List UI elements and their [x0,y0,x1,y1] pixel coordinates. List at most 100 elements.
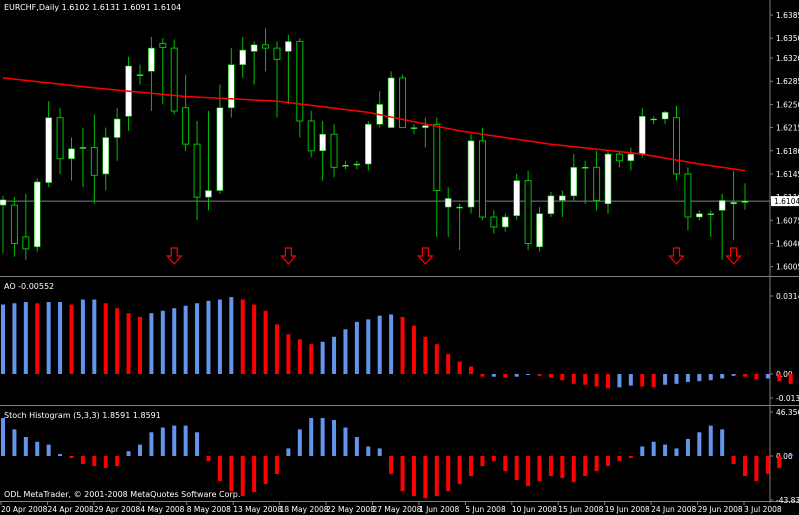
candle-bull [661,112,669,120]
stoch-bar [548,456,553,477]
stoch-bar [58,454,63,456]
candle-bull [285,41,292,52]
ao-bar [480,374,485,377]
stoch-bar [777,456,782,469]
time-tick-label: 20 Apr 2008 [1,505,48,514]
ao-bar [503,374,508,378]
stoch-bar [217,456,222,482]
stoch-bar [320,418,325,456]
ao-bar [137,316,142,374]
symbol-header: EURCHF,Daily 1.6102 1.6131 1.6091 1.6104 [4,3,182,12]
candle-bull [707,213,715,216]
candle-bull [559,195,566,201]
stoch-tick-label: 46.3568 [776,408,799,417]
ao-bar [149,313,154,374]
stoch-bar [594,456,599,472]
stoch-bar [765,456,770,475]
stoch-bar [1,418,5,456]
stoch-bar [640,446,645,456]
stoch-bar [343,427,348,456]
stoch-bar [651,441,656,456]
candle-bull [730,202,737,205]
ao-bar [297,339,302,374]
candle-bear [159,42,167,48]
chart-canvas: 1.6385 1.6350 1.6320 1.6285 1.6250 1.6215 1.61… [0,0,799,514]
price-tick-label: 1.6320 [776,54,799,63]
signal-arrow-down [417,247,434,265]
ao-tick-label: -0.01343 [776,394,799,403]
ao-bar [594,374,599,387]
ao-bar [263,310,268,374]
candle-bear [170,47,178,112]
signal-arrow-down [725,247,742,265]
stoch-bar [377,448,382,456]
candle-bear [193,143,201,198]
stoch-bar [754,456,759,482]
ao-bar [58,302,63,374]
time-tick-label: 24 Jun 2008 [651,505,696,514]
current-price-label: 1.6104 [774,197,799,206]
ao-bar [548,374,553,378]
time-tick-label: 15 Jun 2008 [558,505,603,514]
candle-bull [444,198,452,208]
candle-bull [33,181,41,248]
stoch-bar [172,425,177,456]
ao-bar [720,374,725,379]
ao-tick-label: 0.03143 [776,292,799,301]
stoch-bar [252,456,257,493]
ao-bar [628,374,633,386]
candle-bull [627,153,635,162]
stoch-bar [457,456,462,485]
candle-bear [90,146,98,176]
stoch-bar [560,456,565,479]
candle-bull [456,206,463,209]
candle-bull [604,153,612,205]
ao-bar [80,299,85,374]
stoch-bar [263,456,268,485]
stoch-bar [240,456,245,497]
stoch-bar [514,456,519,481]
candle-bull [364,123,372,165]
stoch-bar [743,456,747,477]
price-tick-label: 1.6385 [776,11,799,20]
ao-bar [217,299,222,374]
stoch-bar [229,456,234,492]
stoch-bar [69,456,74,459]
stoch-bar [389,456,394,475]
ao-bar [172,308,177,374]
candle-bull [148,47,155,72]
stoch-bar [92,456,97,467]
candle-bear [307,120,315,152]
candle-bull [547,195,555,215]
candle-bull [205,190,212,198]
candle-bull [501,216,509,228]
price-tick-label: 1.6145 [776,170,799,179]
ao-bar [469,366,474,374]
stoch-bar [160,427,165,456]
candle-bull [216,107,224,191]
candle-bull [513,180,520,216]
time-tick-label: 4 May 2008 [140,505,184,514]
ao-bar [343,329,348,374]
candle-bull [581,167,589,169]
price-tick-label: 1.6075 [776,216,799,225]
candle-bull [422,125,429,128]
stoch-bar [297,429,302,456]
time-tick-label: 18 May 2008 [280,505,329,514]
ao-bar [765,374,770,379]
stoch-tick-label: -43.8341 [776,496,799,505]
stoch-bar [571,456,576,483]
ao-bar [571,374,576,384]
ao-bar [514,374,519,377]
candle-bull [570,167,578,197]
ao-bar [309,344,314,374]
stoch-bar [480,456,485,467]
ao-bar [35,303,40,374]
stoch-bar [35,441,40,456]
candle-bear [673,117,681,175]
ao-bar [777,374,782,382]
ao-bar [606,374,611,389]
stoch-bar [115,456,120,467]
ao-bar [274,324,279,374]
time-tick-label: 13 May 2008 [233,505,282,514]
